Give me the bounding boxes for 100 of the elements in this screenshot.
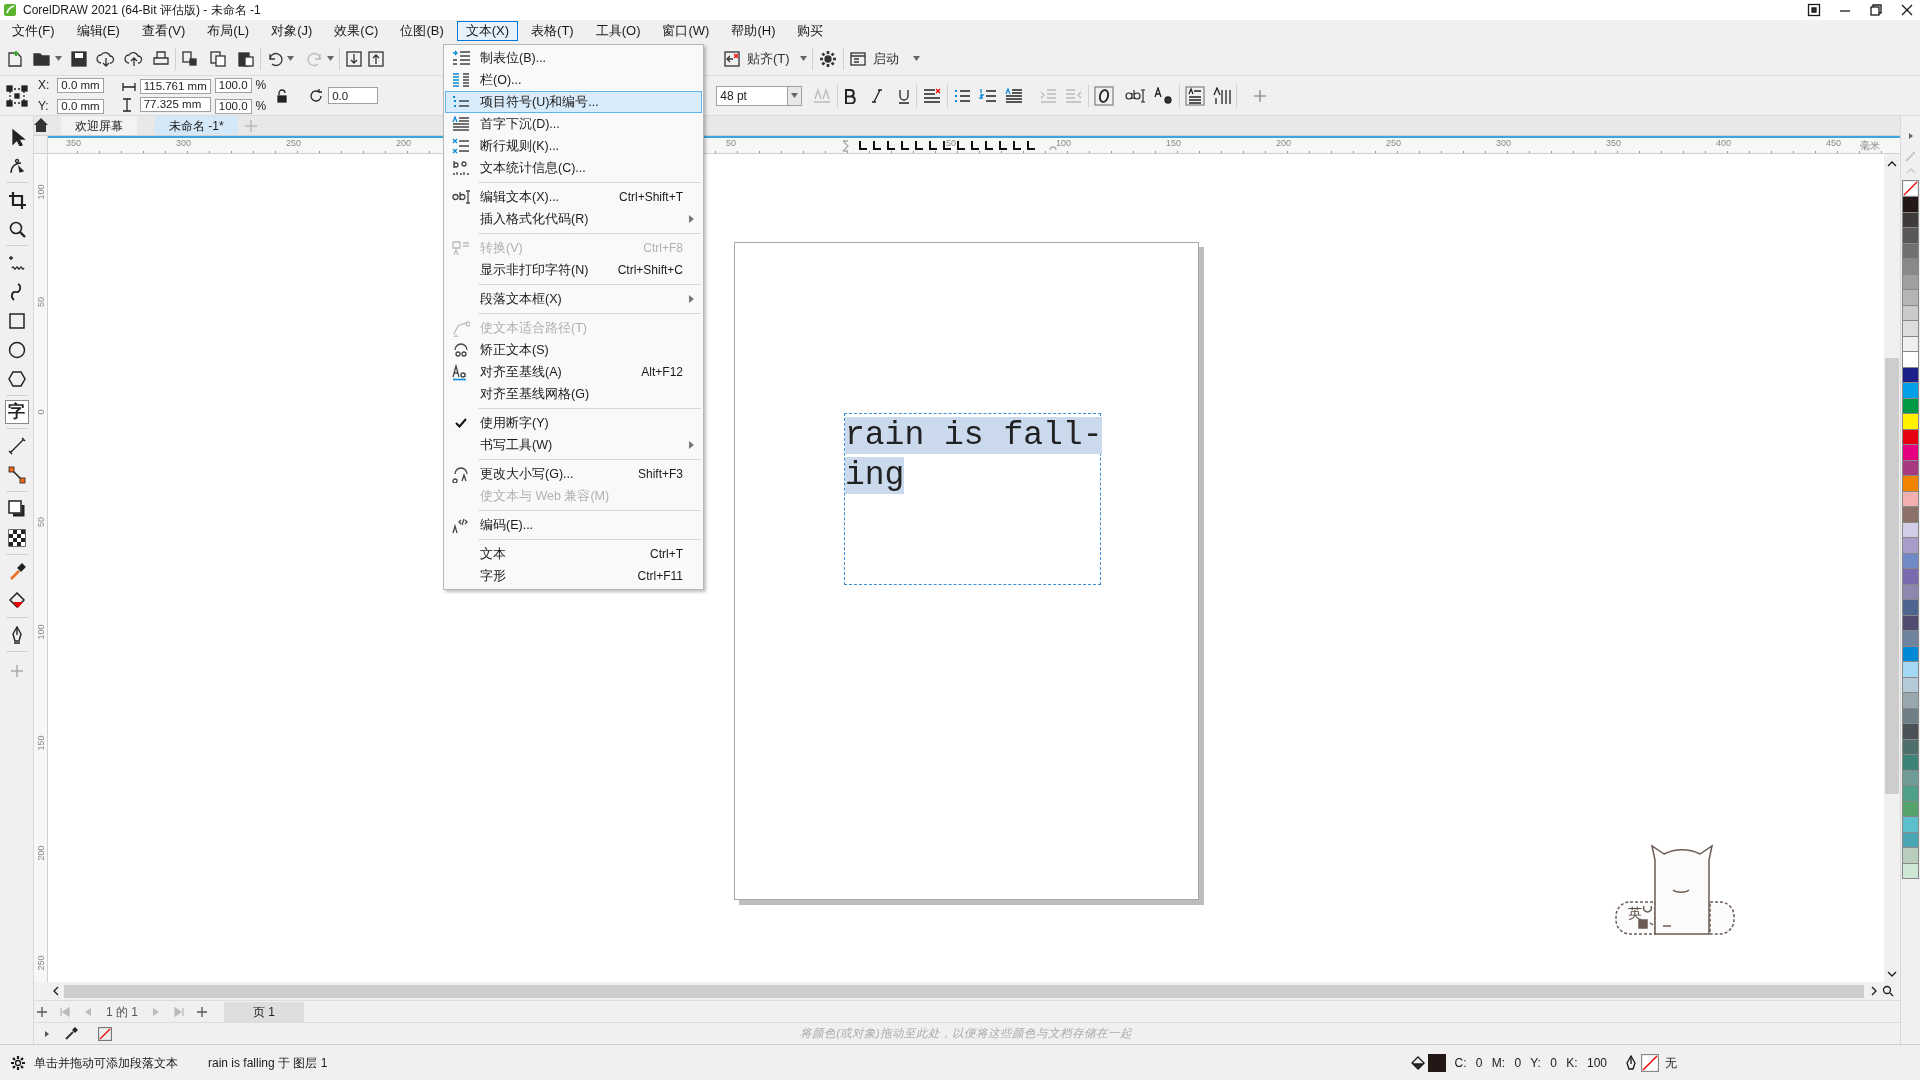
bold-icon[interactable] xyxy=(843,87,858,104)
x-position-field[interactable]: 0.0 mm xyxy=(57,77,104,93)
color-swatch[interactable] xyxy=(1902,382,1919,399)
horizontal-scrollbar-thumb[interactable] xyxy=(64,984,1864,998)
menu-item[interactable]: 使用断字(Y) xyxy=(445,412,702,434)
menu-item[interactable]: 对齐至基线网格(G) xyxy=(445,383,702,405)
copy-icon[interactable] xyxy=(209,49,227,68)
no-color-swatch-icon[interactable] xyxy=(98,1026,112,1041)
export-icon[interactable] xyxy=(367,49,385,68)
scroll-down-icon[interactable] xyxy=(1887,970,1897,978)
scroll-up-icon[interactable] xyxy=(1887,160,1897,168)
menu-item[interactable]: 段落文本框(X) xyxy=(445,288,702,310)
menu-item[interactable]: 文件(F) xyxy=(3,21,64,41)
text-align-icon[interactable] xyxy=(1185,85,1206,106)
palette-menu-icon[interactable] xyxy=(1907,132,1914,140)
caret-icon[interactable] xyxy=(327,56,334,61)
document-tab[interactable]: 欢迎屏幕 xyxy=(61,116,137,135)
no-color-swatch-icon[interactable] xyxy=(1902,180,1919,197)
rotation-field[interactable]: 0.0 xyxy=(328,87,379,104)
menu-item[interactable]: 文本统计信息(C)... xyxy=(445,157,702,179)
expand-arrow-icon[interactable] xyxy=(44,1029,50,1038)
menu-item[interactable]: 对齐至基线(A) Alt+F12 xyxy=(445,361,702,383)
color-swatch[interactable] xyxy=(1902,258,1919,275)
color-swatch[interactable] xyxy=(1902,754,1919,771)
menu-item[interactable]: 对象(J) xyxy=(262,21,322,41)
menu-item[interactable]: 位图(B) xyxy=(391,21,453,41)
color-swatch[interactable] xyxy=(1902,351,1919,368)
color-swatch[interactable] xyxy=(1902,847,1919,864)
paste-icon[interactable] xyxy=(237,49,255,68)
snap-dropdown[interactable]: 贴齐(T) xyxy=(747,48,807,69)
close-icon[interactable] xyxy=(1900,3,1914,17)
y-position-field[interactable]: 0.0 mm xyxy=(57,98,104,114)
cloud-download-icon[interactable] xyxy=(96,49,116,68)
color-swatch[interactable] xyxy=(1902,475,1919,492)
color-swatch[interactable] xyxy=(1902,444,1919,461)
restore-icon[interactable] xyxy=(1869,3,1883,17)
color-swatch[interactable] xyxy=(1902,785,1919,802)
menu-item[interactable]: 插入格式化代码(R) xyxy=(445,208,702,230)
menu-item[interactable]: 窗口(W) xyxy=(653,21,719,41)
menu-item[interactable]: 显示非打印字符(N) Ctrl+Shift+C xyxy=(445,259,702,281)
menu-item[interactable]: 文本 Ctrl+T xyxy=(445,543,702,565)
underline-icon[interactable] xyxy=(897,87,912,104)
help-window-icon[interactable] xyxy=(1807,3,1821,17)
color-swatch[interactable] xyxy=(1902,599,1919,616)
menu-item[interactable]: 字形 Ctrl+F11 xyxy=(445,565,702,587)
color-swatch[interactable] xyxy=(1902,289,1919,306)
menu-item[interactable]: 栏(O)... xyxy=(445,69,702,91)
color-swatch[interactable] xyxy=(1902,413,1919,430)
color-swatch[interactable] xyxy=(1902,816,1919,833)
import-icon[interactable] xyxy=(345,49,363,68)
menu-item[interactable]: 工具(O) xyxy=(586,21,650,41)
menu-item[interactable]: 编辑文本(X)... Ctrl+Shift+T xyxy=(445,186,702,208)
drop-cap-icon[interactable] xyxy=(1005,87,1024,104)
lock-ratio-icon[interactable] xyxy=(276,88,289,103)
text-color-icon[interactable] xyxy=(922,86,943,105)
launch-dropdown[interactable]: 启动 xyxy=(872,48,920,69)
vertical-ruler[interactable]: 100 50 0 50 100 150 200 250 xyxy=(34,154,48,982)
caret-icon[interactable] xyxy=(55,56,62,61)
menu-item[interactable]: 查看(V) xyxy=(132,21,195,41)
menu-item[interactable]: 制表位(B)... xyxy=(445,47,702,69)
scale-x-field[interactable]: 100.0 xyxy=(214,77,252,93)
scroll-left-icon[interactable] xyxy=(52,986,60,996)
zoom-corner-icon[interactable] xyxy=(1882,985,1894,997)
launch-window-icon[interactable] xyxy=(848,49,867,68)
height-field[interactable]: 77.325 mm xyxy=(139,97,211,112)
color-swatch[interactable] xyxy=(1902,537,1919,554)
color-swatch[interactable] xyxy=(1902,661,1919,678)
menu-item[interactable]: 效果(C) xyxy=(325,21,388,41)
snap-icon[interactable] xyxy=(723,49,741,68)
text-frame-icon[interactable] xyxy=(1094,85,1115,106)
caret-icon[interactable] xyxy=(791,93,799,98)
menu-item[interactable]: 表格(T) xyxy=(522,21,583,41)
italic-icon[interactable] xyxy=(871,87,884,104)
menu-item[interactable]: 书写工具(W) xyxy=(445,434,702,456)
color-swatch[interactable] xyxy=(1902,723,1919,740)
tool-settings-icon[interactable] xyxy=(10,1054,26,1071)
numbered-list-icon[interactable] xyxy=(979,87,998,104)
color-swatch[interactable] xyxy=(1902,692,1919,709)
caret-icon[interactable] xyxy=(912,56,920,61)
document-tab[interactable]: 未命名 -1* xyxy=(155,116,238,135)
text-tool[interactable]: 字 xyxy=(4,400,29,424)
menu-item[interactable]: 购买 xyxy=(788,21,833,41)
print-icon[interactable] xyxy=(152,49,170,68)
bullet-list-icon[interactable] xyxy=(953,87,972,104)
color-swatch[interactable] xyxy=(1902,506,1919,523)
add-page-icon[interactable] xyxy=(196,1005,208,1018)
menu-item[interactable]: 文本(X) xyxy=(456,21,519,41)
settings-icon[interactable] xyxy=(817,48,838,69)
scale-y-field[interactable]: 100.0 xyxy=(214,98,252,114)
menu-item[interactable]: 布局(L) xyxy=(198,21,259,41)
eyedropper-icon[interactable] xyxy=(64,1026,78,1041)
copy-properties-icon[interactable] xyxy=(181,49,199,68)
home-icon[interactable] xyxy=(33,117,49,133)
color-swatch[interactable] xyxy=(1902,227,1919,244)
new-document-icon[interactable] xyxy=(6,49,24,68)
color-swatch[interactable] xyxy=(1902,568,1919,585)
menu-item[interactable]: 编辑(E) xyxy=(67,21,129,41)
vertical-text-icon[interactable] xyxy=(1213,86,1232,105)
text-settings-icon[interactable] xyxy=(1154,86,1175,105)
menu-item[interactable]: 项目符号(U)和编号... xyxy=(445,91,702,113)
